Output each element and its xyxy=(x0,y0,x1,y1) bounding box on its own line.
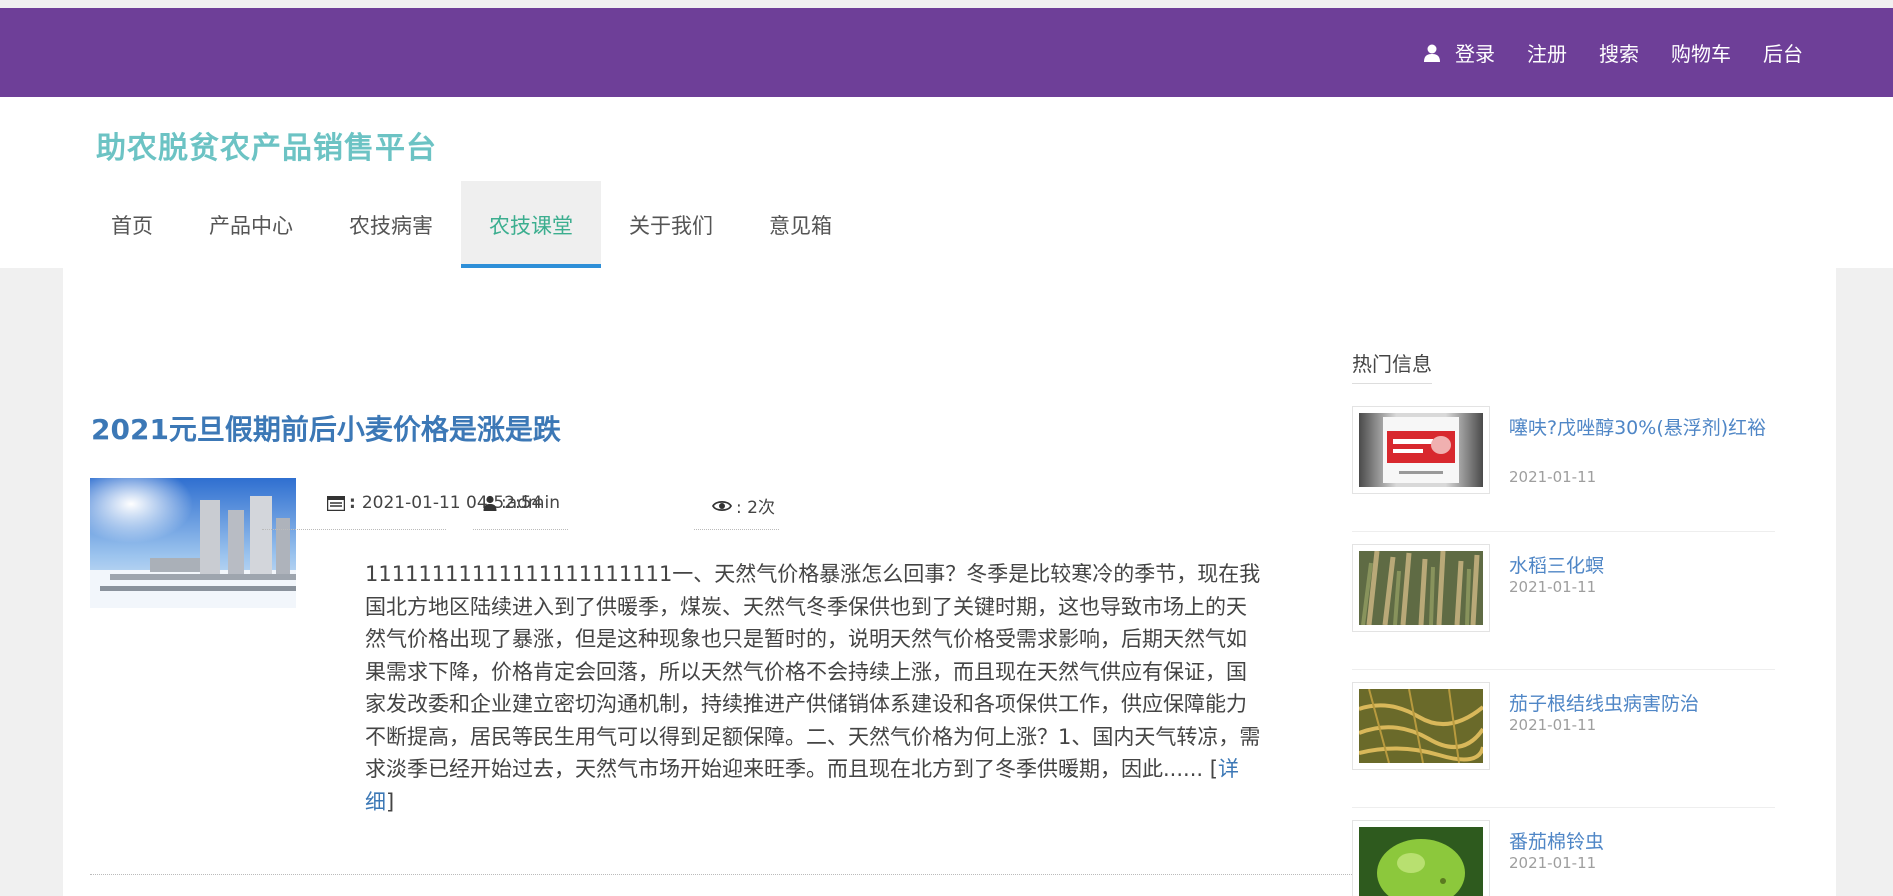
hot-item-name[interactable]: 噻呋?戊唑醇30%(悬浮剂)红裕 xyxy=(1509,414,1769,442)
hot-item[interactable]: 番茄棉铃虫 2021-01-11 xyxy=(1352,820,1775,896)
hot-item-date: 2021-01-11 xyxy=(1509,716,1597,734)
article-divider xyxy=(90,874,1392,875)
hot-item-name[interactable]: 水稻三化螟 xyxy=(1509,552,1769,580)
author-underline xyxy=(473,529,568,530)
main-nav: 首页 产品中心 农技病害 农技课堂 关于我们 意见箱 xyxy=(83,181,860,268)
date-underline xyxy=(262,529,446,530)
user-icon xyxy=(483,495,497,511)
cart-link[interactable]: 购物车 xyxy=(1671,38,1731,67)
hot-item-divider xyxy=(1352,531,1775,532)
nav-classroom[interactable]: 农技课堂 xyxy=(461,181,601,268)
hot-item-name[interactable]: 番茄棉铃虫 xyxy=(1509,828,1769,856)
hot-item-divider xyxy=(1352,807,1775,808)
site-brand[interactable]: 助农脱贫农产品销售平台 xyxy=(96,123,437,167)
hot-item-image[interactable] xyxy=(1352,682,1490,770)
sidebar-title: 热门信息 xyxy=(1352,348,1432,384)
top-bar: 登录 注册 搜索 购物车 后台 xyxy=(0,8,1893,97)
nav-home[interactable]: 首页 xyxy=(83,181,181,268)
article-excerpt: 11111111111111111111111一、天然气价格暴涨怎么回事？冬季是… xyxy=(365,562,1261,814)
search-link[interactable]: 搜索 xyxy=(1599,38,1639,67)
views-underline xyxy=(694,529,779,530)
hot-item[interactable]: 噻呋?戊唑醇30%(悬浮剂)红裕 2021-01-11 xyxy=(1352,406,1775,532)
nav-products[interactable]: 产品中心 xyxy=(181,181,321,268)
article-thumbnail[interactable] xyxy=(90,478,296,608)
hot-item-image[interactable] xyxy=(1352,544,1490,632)
eye-icon xyxy=(712,500,732,511)
login-link[interactable]: 登录 xyxy=(1423,38,1495,67)
calendar-icon xyxy=(327,495,345,511)
admin-link[interactable]: 后台 xyxy=(1763,38,1803,67)
article-views-value: : 2次 xyxy=(736,498,775,518)
main-content: 2021元旦假期前后小麦价格是涨是跌: 2021-01-11 04:52:54… xyxy=(63,268,1836,896)
hot-item-divider xyxy=(1352,669,1775,670)
login-label: 登录 xyxy=(1455,42,1495,66)
hot-item-date: 2021-01-11 xyxy=(1509,854,1597,872)
hot-item-date: 2021-01-11 xyxy=(1509,468,1597,486)
hot-item[interactable]: 水稻三化螟 2021-01-11 xyxy=(1352,544,1775,670)
nav-feedback[interactable]: 意见箱 xyxy=(741,181,860,268)
nav-diseases[interactable]: 农技病害 xyxy=(321,181,461,268)
article-author-value: :admin xyxy=(501,493,560,513)
hot-item-image[interactable] xyxy=(1352,820,1490,896)
nav-about[interactable]: 关于我们 xyxy=(601,181,741,268)
article-title[interactable]: 2021元旦假期前后小麦价格是涨是跌 xyxy=(91,408,561,448)
hot-item-name[interactable]: 茄子根结线虫病害防治 xyxy=(1509,690,1769,718)
register-link[interactable]: 注册 xyxy=(1527,38,1567,67)
user-icon xyxy=(1424,44,1440,62)
hot-item-date: 2021-01-11 xyxy=(1509,578,1597,596)
site-header: 助农脱贫农产品销售平台 首页 产品中心 农技病害 农技课堂 关于我们 意见箱 xyxy=(0,97,1893,268)
hot-item-image[interactable] xyxy=(1352,406,1490,494)
article-author: :admin xyxy=(483,493,560,513)
hot-item[interactable]: 茄子根结线虫病害防治 2021-01-11 xyxy=(1352,682,1775,808)
article-excerpt-text: 11111111111111111111111一、天然气价格暴涨怎么回事？冬季是… xyxy=(365,562,1261,781)
top-nav: 登录 注册 搜索 购物车 后台 xyxy=(1423,8,1803,97)
article-views: : 2次 xyxy=(712,493,775,518)
